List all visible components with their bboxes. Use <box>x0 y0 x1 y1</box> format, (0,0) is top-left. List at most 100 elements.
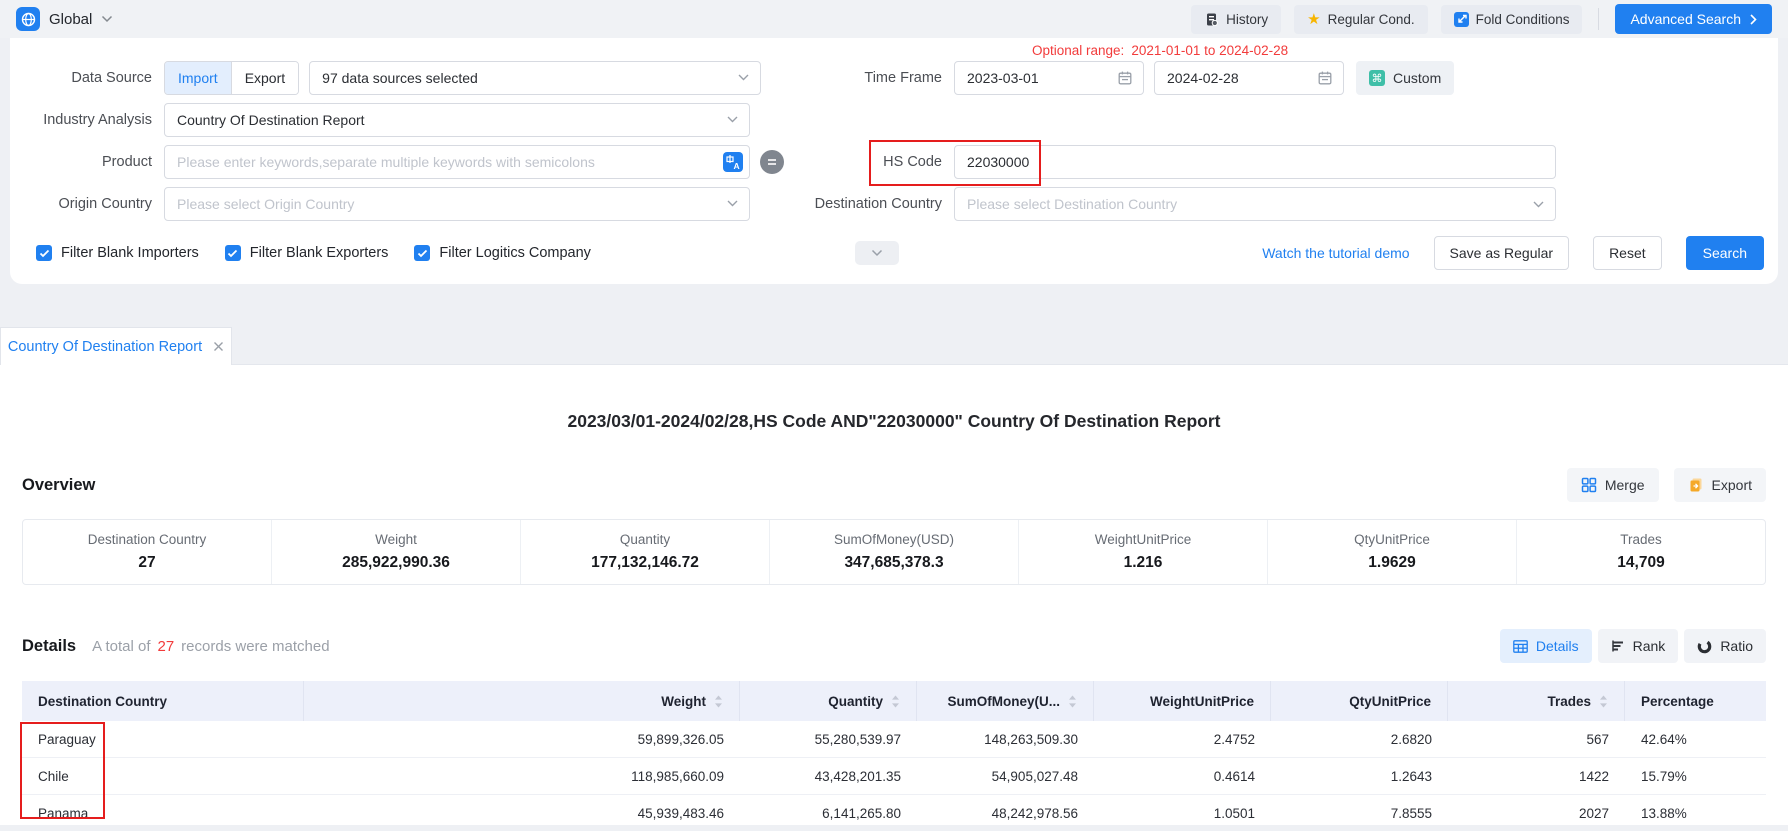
fold-conditions-button[interactable]: Fold Conditions <box>1441 5 1583 34</box>
origin-country-select[interactable]: Please select Origin Country <box>164 187 750 221</box>
checkbox-filter-blank-importers[interactable]: Filter Blank Importers <box>36 245 199 261</box>
close-icon[interactable] <box>213 341 224 352</box>
overview-stat: Weight 285,922,990.36 <box>271 520 520 584</box>
divider <box>1598 8 1599 30</box>
checkbox-checked-icon <box>36 245 52 261</box>
cell: 2.6820 <box>1271 721 1448 757</box>
table-row[interactable]: Paraguay59,899,326.0555,280,539.97148,26… <box>22 721 1766 758</box>
column-label: QtyUnitPrice <box>1349 694 1431 709</box>
chevron-down-icon <box>727 200 738 207</box>
stat-label: Destination Country <box>88 532 207 547</box>
globe-icon <box>16 7 40 31</box>
column-header-weight[interactable]: Weight <box>304 681 740 721</box>
report-area: 2023/03/01-2024/02/28,HS Code AND"220300… <box>0 365 1788 825</box>
tab-bar: Country Of Destination Report <box>0 327 1788 365</box>
export-tab[interactable]: Export <box>231 62 298 94</box>
view-switcher: Details Rank Ratio <box>1500 629 1766 663</box>
column-label: WeightUnitPrice <box>1150 694 1254 709</box>
cell: 1.2643 <box>1271 758 1448 794</box>
row-countries: Origin Country Please select Origin Coun… <box>24 186 1764 222</box>
cell: 59,899,326.05 <box>304 721 740 757</box>
cell: 148,263,509.30 <box>917 721 1094 757</box>
cell: 567 <box>1448 721 1625 757</box>
table-body: Paraguay59,899,326.0555,280,539.97148,26… <box>22 721 1766 831</box>
tab-country-of-destination-report[interactable]: Country Of Destination Report <box>0 327 232 365</box>
chevron-down-icon <box>871 249 883 257</box>
destination-country-select[interactable]: Please select Destination Country <box>954 187 1556 221</box>
row-industry: Industry Analysis Country Of Destination… <box>24 102 1764 138</box>
custom-range-button[interactable]: ⌘ Custom <box>1356 61 1454 95</box>
table-row[interactable]: Chile118,985,660.0943,428,201.3554,905,0… <box>22 758 1766 795</box>
import-tab[interactable]: Import <box>165 62 231 94</box>
stat-value: 347,685,378.3 <box>844 554 943 572</box>
stat-label: Quantity <box>620 532 670 547</box>
industry-label: Industry Analysis <box>24 112 164 128</box>
column-header-quantity[interactable]: Quantity <box>740 681 917 721</box>
column-label: Destination Country <box>38 694 167 709</box>
date-start-input[interactable]: 2023-03-01 <box>954 61 1144 95</box>
column-label: Quantity <box>828 694 883 709</box>
checkbox-filter-blank-exporters[interactable]: Filter Blank Exporters <box>225 245 389 261</box>
data-source-toggle: Import Export <box>164 61 299 95</box>
cell: 6,141,265.80 <box>740 795 917 831</box>
view-details-button[interactable]: Details <box>1500 629 1592 663</box>
cell: 1422 <box>1448 758 1625 794</box>
top-bar: Global History ★ Regular Cond. Fold Cond… <box>0 0 1788 38</box>
stat-value: 14,709 <box>1617 554 1664 572</box>
column-header-qtyunitprice: QtyUnitPrice <box>1271 681 1448 721</box>
save-as-regular-button[interactable]: Save as Regular <box>1434 236 1570 270</box>
report-title: 2023/03/01-2024/02/28,HS Code AND"220300… <box>22 365 1766 432</box>
stat-value: 1.216 <box>1124 554 1163 572</box>
view-rank-button[interactable]: Rank <box>1598 629 1679 663</box>
region-selector[interactable]: Global <box>16 7 113 31</box>
stat-label: QtyUnitPrice <box>1354 532 1430 547</box>
tutorial-link[interactable]: Watch the tutorial demo <box>1262 245 1409 261</box>
cell: 42.64% <box>1625 721 1767 757</box>
history-button[interactable]: History <box>1191 5 1281 34</box>
column-header-destination-country: Destination Country <box>22 681 304 721</box>
column-header-trades[interactable]: Trades <box>1448 681 1625 721</box>
details-heading: Details <box>22 637 76 656</box>
fold-icon <box>1454 12 1469 27</box>
stat-label: Weight <box>375 532 417 547</box>
view-ratio-button[interactable]: Ratio <box>1684 629 1766 663</box>
checkbox-filter-logitics-company[interactable]: Filter Logitics Company <box>414 245 591 261</box>
column-header-sumofmoney-u[interactable]: SumOfMoney(U... <box>917 681 1094 721</box>
stat-value: 27 <box>138 554 155 572</box>
hs-code-group: HS Code <box>799 145 1556 179</box>
ratio-icon <box>1697 639 1712 654</box>
stat-value: 285,922,990.36 <box>342 554 450 572</box>
regular-cond-button[interactable]: ★ Regular Cond. <box>1294 5 1428 34</box>
calendar-icon <box>1317 70 1333 86</box>
hs-code-input[interactable] <box>954 145 1556 179</box>
product-input[interactable] <box>164 145 750 179</box>
export-button[interactable]: Export <box>1674 468 1766 502</box>
collapse-filters-button[interactable] <box>855 241 899 265</box>
merge-button[interactable]: Merge <box>1567 468 1659 502</box>
cell: 2.4752 <box>1094 721 1271 757</box>
data-sources-select[interactable]: 97 data sources selected <box>309 61 761 95</box>
industry-select[interactable]: Country Of Destination Report <box>164 103 750 137</box>
cell-destination-country: Panama <box>22 795 304 831</box>
cell: 13.88% <box>1625 795 1767 831</box>
column-header-weightunitprice: WeightUnitPrice <box>1094 681 1271 721</box>
advanced-search-button[interactable]: Advanced Search <box>1615 4 1772 34</box>
destination-country-label: Destination Country <box>799 196 954 212</box>
command-icon: ⌘ <box>1369 70 1385 86</box>
cell: 0.4614 <box>1094 758 1271 794</box>
cell: 2027 <box>1448 795 1625 831</box>
overview-stat: Quantity 177,132,146.72 <box>520 520 769 584</box>
time-frame-group: Time Frame 2023-03-01 2024-02-28 ⌘ Custo… <box>799 61 1556 95</box>
keyword-helper-icon[interactable] <box>760 150 784 174</box>
table-row[interactable]: Panama45,939,483.466,141,265.8048,242,97… <box>22 795 1766 831</box>
date-end-input[interactable]: 2024-02-28 <box>1154 61 1344 95</box>
search-button[interactable]: Search <box>1686 236 1764 270</box>
checkbox-checked-icon <box>225 245 241 261</box>
stat-value: 177,132,146.72 <box>591 554 699 572</box>
translate-icon[interactable]: A <box>723 152 743 172</box>
overview-stat: Destination Country 27 <box>23 520 271 584</box>
column-label: Trades <box>1547 694 1591 709</box>
chevron-right-icon <box>1750 14 1757 25</box>
product-label: Product <box>24 154 164 170</box>
reset-button[interactable]: Reset <box>1593 236 1662 270</box>
